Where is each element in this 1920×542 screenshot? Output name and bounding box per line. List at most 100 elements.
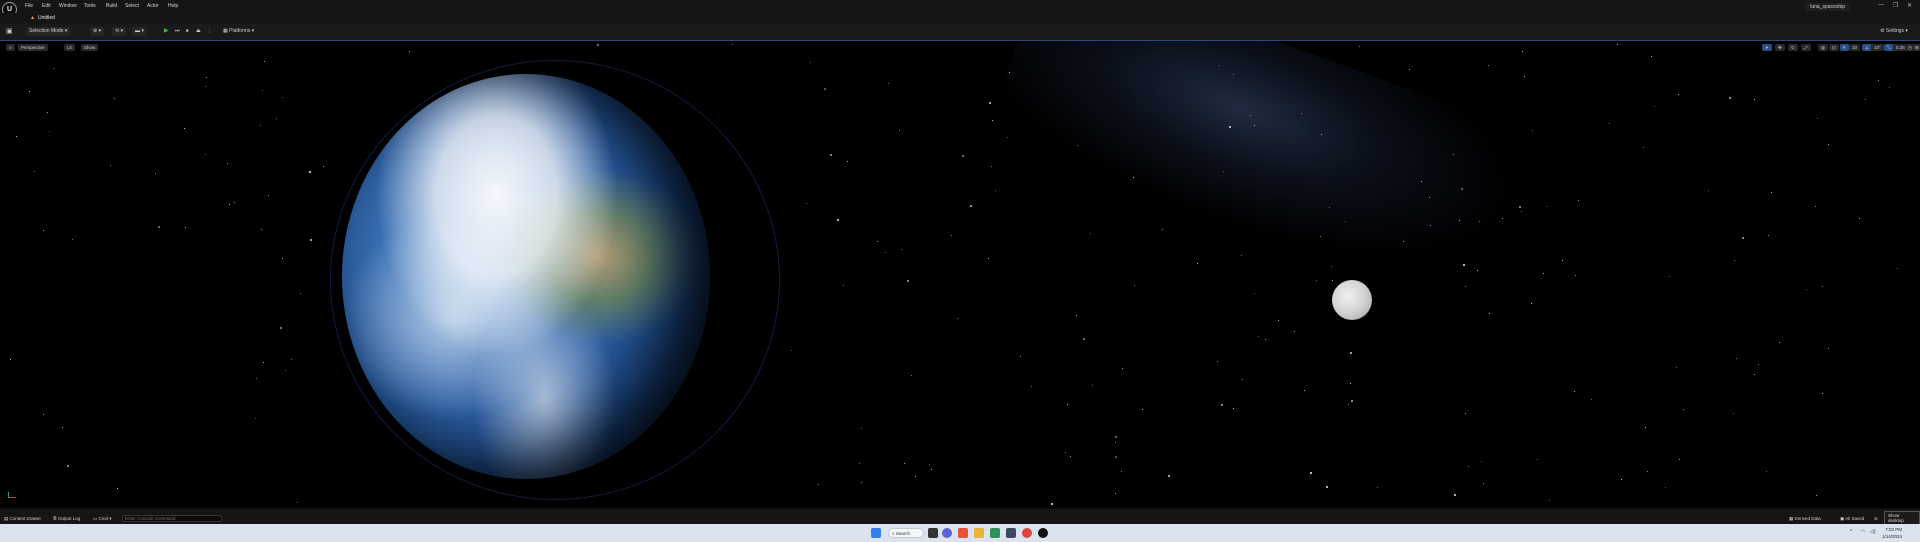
star — [52, 67, 54, 69]
star — [296, 501, 298, 503]
volume-icon[interactable]: ◁) — [1870, 529, 1876, 535]
earth-planet[interactable] — [342, 74, 710, 479]
platforms-button[interactable]: ▦ Platforms ▾ — [223, 27, 254, 36]
windows-icon[interactable] — [871, 528, 881, 538]
star — [1458, 220, 1460, 222]
surface-snap-icon[interactable]: ⊡ — [1829, 44, 1839, 51]
minimize-icon[interactable]: — — [1878, 2, 1884, 8]
tab-untitled[interactable]: ▲ Untitled — [24, 13, 61, 24]
show-desktop-tooltip: Show desktop — [1884, 511, 1920, 525]
taskbar-search[interactable]: ⌕ Search — [888, 528, 924, 538]
save-icon[interactable]: ▣ — [6, 27, 13, 36]
console-command-input[interactable] — [122, 515, 222, 522]
cmd-label: Cmd — [98, 516, 109, 521]
grid-snap-icon[interactable]: # — [1840, 44, 1849, 51]
cinematics-button[interactable]: ▬ ▾ — [132, 27, 147, 36]
stop-icon[interactable]: ⏹ — [186, 27, 189, 36]
unreal-taskbar-icon[interactable] — [1038, 528, 1048, 538]
eject-icon[interactable]: ⏏ — [196, 27, 201, 36]
viewport-menu-button[interactable]: ≡ — [6, 44, 15, 51]
star — [858, 463, 860, 465]
star — [1066, 403, 1068, 405]
edge-icon[interactable] — [990, 528, 1000, 538]
star — [281, 96, 283, 98]
chrome-icon[interactable] — [1022, 528, 1032, 538]
selection-mode-label: Selection Mode — [29, 28, 64, 34]
star — [1464, 285, 1466, 287]
move-tool-icon[interactable]: ✥ — [1775, 44, 1785, 51]
star — [1616, 43, 1618, 45]
tray-chevron-icon[interactable]: ^ — [1850, 529, 1852, 535]
rotate-tool-icon[interactable]: ↻ — [1788, 44, 1798, 51]
cmd-button[interactable]: ▭ Cmd ▾ — [93, 516, 112, 522]
derived-data-button[interactable]: ▦ Derived Data — [1789, 516, 1821, 522]
tab-title: Untitled — [37, 15, 55, 21]
menu-select[interactable]: Select — [125, 3, 139, 9]
star — [1734, 259, 1736, 261]
play-icon[interactable]: ▶ — [164, 27, 169, 36]
menu-window[interactable]: Window — [59, 3, 77, 9]
star — [1815, 494, 1817, 496]
star — [1462, 263, 1465, 266]
menu-file[interactable]: File — [25, 3, 33, 9]
star — [1653, 105, 1655, 107]
task-view-icon[interactable] — [928, 528, 938, 538]
star — [1478, 220, 1480, 222]
star — [1350, 400, 1353, 403]
content-drawer-button[interactable]: ▤ Content Drawer — [4, 516, 41, 522]
more-options-icon[interactable]: ⋮ — [207, 27, 212, 36]
star — [1133, 284, 1135, 286]
selection-mode-button[interactable]: Selection Mode ▾ — [26, 27, 71, 36]
store-icon[interactable] — [1006, 528, 1016, 538]
main-toolbar — [0, 24, 1920, 41]
world-local-icon[interactable]: ◍ — [1818, 44, 1828, 51]
moon[interactable] — [1332, 280, 1372, 320]
menu-edit[interactable]: Edit — [42, 3, 51, 9]
menu-build[interactable]: Build — [106, 3, 117, 9]
maximize-viewport-icon[interactable]: ⊞ — [1912, 44, 1920, 51]
level-viewport[interactable] — [0, 40, 1920, 509]
settings-button[interactable]: ⚙ Settings ▾ — [1880, 27, 1908, 36]
all-saved-button[interactable]: ▣ All Saved — [1840, 516, 1864, 522]
show-button[interactable]: Show — [81, 44, 99, 51]
blueprint-button[interactable]: ⟲ ▾ — [112, 27, 127, 36]
star — [1778, 341, 1780, 343]
maximize-icon[interactable]: ❐ — [1893, 2, 1898, 9]
lit-button[interactable]: Lit — [64, 44, 75, 51]
derived-data-label: Derived Data — [1794, 516, 1821, 521]
star — [790, 350, 792, 352]
file-explorer-icon[interactable] — [974, 528, 984, 538]
menu-actor[interactable]: Actor — [147, 3, 159, 9]
star — [1502, 217, 1504, 219]
star — [957, 317, 959, 319]
star — [1303, 389, 1305, 391]
step-icon[interactable]: ⏭ — [175, 27, 180, 36]
clock-date[interactable]: 1/14/2024 — [1882, 534, 1902, 539]
star — [15, 135, 17, 137]
brave-icon[interactable] — [958, 528, 968, 538]
star — [731, 43, 733, 45]
star — [1331, 265, 1333, 267]
rotation-snap-value[interactable]: 10° — [1871, 44, 1884, 51]
output-log-button[interactable]: ≣ Output Log — [53, 516, 80, 522]
source-control-icon[interactable]: ⊘ — [1874, 516, 1878, 522]
star — [989, 101, 992, 104]
menu-tools[interactable]: Tools — [84, 3, 96, 9]
star — [263, 60, 265, 62]
status-bar — [0, 508, 1920, 525]
grid-size-value[interactable]: 10 — [1849, 44, 1861, 51]
select-tool-icon[interactable]: ➤ — [1762, 44, 1772, 51]
add-content-button[interactable]: ⊕ ▾ — [90, 27, 105, 36]
star — [263, 361, 265, 363]
star — [1076, 144, 1078, 146]
close-icon[interactable]: ✕ — [1907, 2, 1912, 9]
star — [1358, 45, 1360, 47]
star — [842, 284, 844, 286]
perspective-button[interactable]: Perspective — [18, 44, 48, 51]
clock-time[interactable]: 7:02 PM — [1885, 527, 1902, 532]
scale-tool-icon[interactable]: ⤢ — [1801, 44, 1811, 51]
chat-icon[interactable] — [942, 528, 952, 538]
star — [310, 238, 313, 241]
wifi-icon[interactable]: ◠ — [1861, 529, 1865, 535]
menu-help[interactable]: Help — [168, 3, 178, 9]
